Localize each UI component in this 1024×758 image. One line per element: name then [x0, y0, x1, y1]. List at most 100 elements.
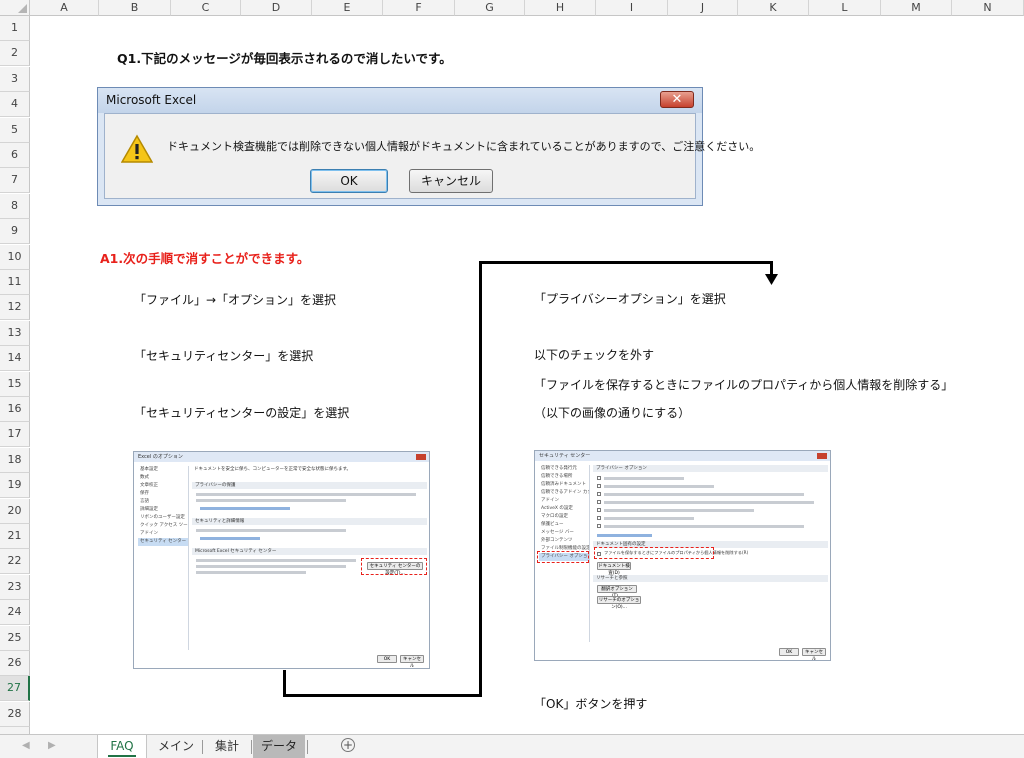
mini1-section-security: セキュリティと詳細情報	[192, 518, 427, 525]
mini2-sidebar-item: ActiveX の設定	[541, 506, 573, 511]
tab-faq-label: FAQ	[108, 739, 136, 757]
column-header-l[interactable]: L	[809, 0, 881, 16]
mini2-sidebar-item: 信頼済みドキュメント	[541, 482, 586, 487]
mini1-trustworthy-link	[200, 537, 260, 540]
step-security-center: 「セキュリティセンター」を選択	[134, 349, 314, 363]
excel-warning-dialog: Microsoft Excel ✕ ドキュメント検査機能では削除できない個人情報…	[97, 87, 760, 206]
next-sheet-icon[interactable]: ▶	[48, 740, 56, 751]
step-privacy-options: 「プライバシーオプション」を選択	[534, 292, 726, 306]
mini1-section-trust-center: Microsoft Excel セキュリティ センター	[192, 548, 427, 555]
mini2-ok-button: OK	[779, 648, 799, 656]
row-header-6[interactable]: 6	[0, 143, 30, 168]
mini1-sidebar-item: 保存	[140, 491, 149, 496]
row-header-24[interactable]: 24	[0, 600, 30, 626]
prev-sheet-icon[interactable]: ◀	[22, 740, 30, 751]
column-header-g[interactable]: G	[455, 0, 525, 16]
mini2-section-privacy: プライバシー オプション	[593, 465, 828, 472]
column-header-a[interactable]: A	[30, 0, 99, 16]
step-file-options: 「ファイル」→「オプション」を選択	[134, 293, 337, 307]
row-header-8[interactable]: 8	[0, 193, 30, 219]
mini1-heading: ドキュメントを安全に保ち、コンピューターを正常で安全な状態に保ちます。	[194, 467, 352, 472]
column-header-n[interactable]: N	[952, 0, 1024, 16]
row-header-1[interactable]: 1	[0, 16, 30, 41]
mini1-sidebar-item: 基本設定	[140, 467, 158, 472]
row-header-13[interactable]: 13	[0, 320, 30, 346]
connector-line	[283, 670, 286, 697]
row-header-26[interactable]: 26	[0, 651, 30, 676]
row-header-25[interactable]: 25	[0, 625, 30, 651]
worksheet[interactable]: ABCDEFGHIJKLMN 1 2 3 4 5 6 7 8 9 10 11 12 13 14 15 16 17…	[0, 0, 1024, 734]
mini1-sidebar: 基本設定 数式 文章校正 保存 言語 詳細設定 リボンのユーザー設定 クイック アクセス ツー…	[138, 466, 189, 650]
row-header-18[interactable]: 18	[0, 447, 30, 473]
dialog-message: ドキュメント検査機能では削除できない個人情報がドキュメントに含まれていることがあ…	[167, 140, 761, 153]
arrow-down-icon	[765, 274, 778, 285]
column-header-b[interactable]: B	[99, 0, 171, 16]
row-header-14[interactable]: 14	[0, 346, 30, 372]
mini1-cancel-button: キャンセル	[400, 655, 424, 668]
row-header-10[interactable]: 10	[0, 244, 30, 270]
row-header-5[interactable]: 5	[0, 117, 30, 143]
select-all-corner[interactable]	[0, 0, 30, 16]
mini2-sidebar-item: 信頼できる場所	[541, 474, 573, 479]
tab-data[interactable]: データ	[253, 735, 305, 758]
mini2-sidebar-highlight	[537, 551, 589, 563]
mini2-sidebar-item: 外部コンテンツ	[541, 538, 573, 543]
mini1-title: Excel のオプション	[138, 454, 183, 460]
column-header-f[interactable]: F	[383, 0, 455, 16]
row-header-21[interactable]: 21	[0, 524, 30, 549]
row-header-20[interactable]: 20	[0, 498, 30, 524]
mini2-cancel-button: キャンセル	[802, 648, 826, 660]
column-header-d[interactable]: D	[241, 0, 312, 16]
dialog-title: Microsoft Excel	[106, 93, 197, 107]
row-header-15[interactable]: 15	[0, 371, 30, 397]
column-header-m[interactable]: M	[881, 0, 952, 16]
row-header-11[interactable]: 11	[0, 270, 30, 295]
tab-faq[interactable]: FAQ	[97, 735, 147, 758]
row-header-12[interactable]: 12	[0, 295, 30, 321]
warning-icon	[121, 134, 153, 163]
row-header-7[interactable]: 7	[0, 168, 30, 194]
step-security-center-settings: 「セキュリティセンターの設定」を選択	[134, 406, 350, 420]
mini1-sidebar-item: 言語	[140, 499, 149, 504]
row-header-3[interactable]: 3	[0, 66, 30, 92]
mini2-title: セキュリティ センター	[539, 453, 591, 459]
mini1-highlight	[361, 558, 427, 575]
sheet-tab-bar: ◀ ▶ FAQ メイン 集計 データ +	[0, 734, 1024, 758]
mini2-sidebar-item: 信頼できるアドイン カタログ	[541, 490, 589, 495]
row-header-19[interactable]: 19	[0, 473, 30, 499]
dialog-ok-button[interactable]: OK	[310, 169, 388, 193]
mini1-sidebar-item: 詳細設定	[140, 507, 158, 512]
mini1-sidebar-item: 数式	[140, 475, 149, 480]
mini1-privacy-link	[200, 507, 290, 510]
row-header-16[interactable]: 16	[0, 397, 30, 422]
row-header-23[interactable]: 23	[0, 574, 30, 600]
mini1-sidebar-item: クイック アクセス ツール バー	[140, 523, 188, 528]
column-header-i[interactable]: I	[596, 0, 668, 16]
column-header-h[interactable]: H	[525, 0, 596, 16]
row-header-4[interactable]: 4	[0, 92, 30, 118]
column-header-e[interactable]: E	[312, 0, 383, 16]
mini1-section-privacy: プライバシーの保護	[192, 482, 427, 489]
mini1-sidebar-item: リボンのユーザー設定	[140, 515, 185, 520]
tab-main[interactable]: メイン	[152, 735, 200, 758]
question-text: Q1.下記のメッセージが毎回表示されるので消したいです。	[117, 51, 452, 66]
row-header-28[interactable]: 28	[0, 701, 30, 727]
row-header-17[interactable]: 17	[0, 422, 30, 448]
mini2-sidebar-item: マクロの設定	[541, 514, 568, 519]
answer-heading: A1.次の手順で消すことができます。	[100, 251, 310, 266]
column-header-j[interactable]: J	[668, 0, 738, 16]
row-header-2[interactable]: 2	[0, 41, 30, 67]
column-header-c[interactable]: C	[171, 0, 241, 16]
column-header-k[interactable]: K	[738, 0, 809, 16]
row-header-22[interactable]: 22	[0, 549, 30, 575]
row-header-27[interactable]: 27	[0, 676, 30, 702]
mini2-sidebar-item: アドイン	[541, 498, 559, 503]
dialog-cancel-button[interactable]: キャンセル	[409, 169, 493, 193]
tab-summary[interactable]: 集計	[205, 735, 249, 758]
mini1-ok-button: OK	[377, 655, 397, 663]
row-header-9[interactable]: 9	[0, 219, 30, 245]
mini2-section-research: リサーチと参照	[593, 575, 828, 582]
dialog-close-button[interactable]: ✕	[660, 91, 694, 108]
add-sheet-icon[interactable]: +	[341, 738, 355, 752]
row-header-29[interactable]: 29	[0, 727, 30, 734]
